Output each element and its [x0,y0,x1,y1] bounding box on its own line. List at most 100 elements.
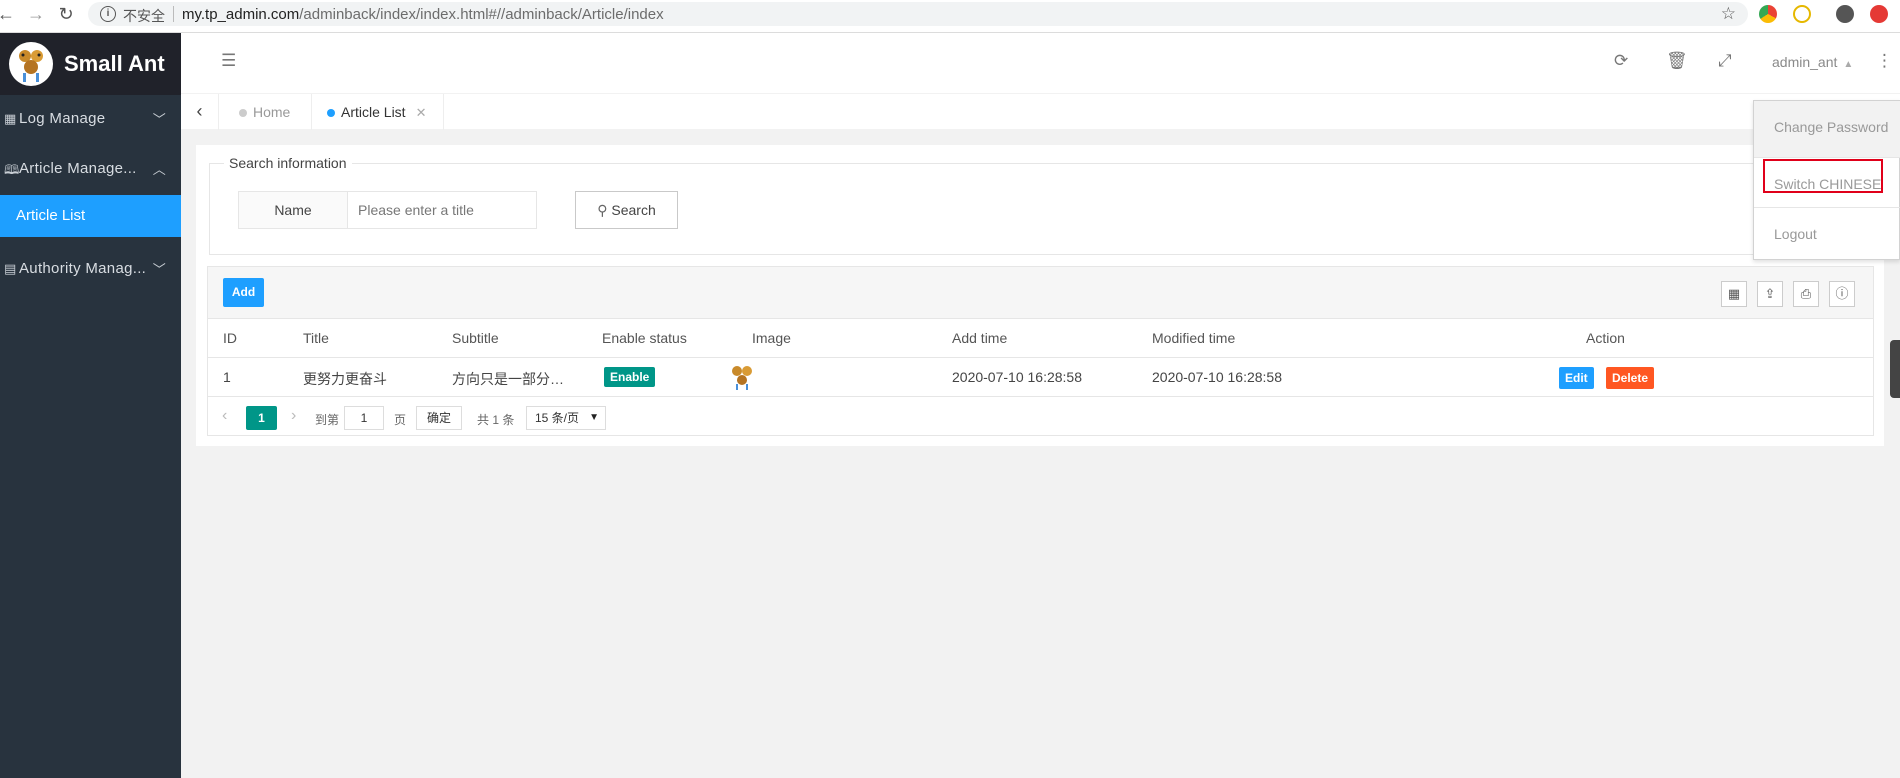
change-password-item[interactable]: Change Password [1754,101,1900,157]
tab-home[interactable]: Home [219,94,312,130]
goto-page-input[interactable]: 1 [344,406,384,430]
chevron-up-icon: ︿ [152,162,166,177]
search-fieldset: Search information Name ⚲ Search [209,155,1871,255]
update-icon[interactable] [1870,5,1888,23]
columns-filter-icon[interactable]: ▦ [1721,281,1747,307]
forward-icon[interactable]: → [22,0,50,28]
tabs-bar: ‹ Home Article List ✕ [181,93,1900,130]
print-icon[interactable]: ⎙ [1793,281,1819,307]
side-drawer-handle[interactable] [1890,340,1900,398]
column-header-subtitle[interactable]: Subtitle [452,330,499,346]
trash-icon[interactable]: 🗑 [1666,51,1688,71]
sidebar-item-authority-manage[interactable]: ▤ Authority Manag... ﹀ [0,245,181,295]
article-thumbnail[interactable] [729,363,755,391]
sidebar-item-label: Log Manage [19,110,106,127]
search-button[interactable]: ⚲ Search [575,191,678,229]
url-host: my.tp_admin.com [182,6,300,23]
goto-label: 到第 [315,413,340,427]
table-row[interactable]: 1 更努力更奋斗 方向只是一部分… Enable 2020-07-10 16:2… [208,358,1873,397]
cell-title: 更努力更奋斗 [303,371,387,387]
back-icon[interactable]: ← [0,0,20,28]
fullscreen-icon[interactable]: ⤢ [1718,51,1732,71]
user-menu[interactable]: admin_ant ▲ [1772,54,1853,70]
tab-label: Article List [341,104,406,120]
column-header-enable-status[interactable]: Enable status [602,330,687,346]
export-icon[interactable]: ⇪ [1757,281,1783,307]
cell-modified-time: 2020-07-10 16:28:58 [1152,369,1282,385]
sidebar-item-label: Article Manage... [19,160,137,177]
username: admin_ant [1772,54,1838,70]
column-header-add-time[interactable]: Add time [952,330,1007,346]
column-header-action[interactable]: Action [1586,330,1625,346]
address-bar[interactable]: i 不安全 my.tp_admin.com/adminback/index/in… [88,2,1748,26]
name-label: Name [238,191,348,229]
ant-logo-icon [9,42,53,86]
column-header-modified-time[interactable]: Modified time [1152,330,1235,346]
caret-up-icon: ▲ [1843,59,1854,70]
user-dropdown: Change Password Switch CHINESE Logout [1753,100,1900,260]
search-icon: ⚲ [597,202,608,218]
total-count: 共 1 条 [477,413,515,427]
reload-icon[interactable]: ↻ [52,0,80,28]
sidebar-subitem-label: Article List [16,207,86,224]
more-vertical-icon[interactable]: ⋮ [1876,51,1893,71]
tab-close-icon[interactable]: ✕ [416,105,427,120]
prev-page-icon[interactable]: ‹ [222,407,227,425]
select-arrow-icon: ▼ [589,412,599,423]
chevron-down-icon: ﹀ [152,112,166,127]
add-button[interactable]: Add [223,278,264,307]
next-page-icon[interactable]: › [291,407,296,425]
status-badge[interactable]: Enable [604,367,656,387]
logout-item[interactable]: Logout [1754,208,1900,264]
book-icon: 🕮 [4,162,20,177]
refresh-icon[interactable]: ⟳ [1614,51,1628,71]
app-title: Small Ant [64,51,165,76]
info-icon[interactable]: i [100,6,116,22]
extension-y-icon[interactable] [1793,5,1811,23]
table-toolbar: Add ▦ ⇪ ⎙ ⓘ [208,267,1873,319]
column-header-image[interactable]: Image [752,330,791,346]
sidebar-item-label: Authority Manag... [19,260,147,277]
current-page[interactable]: 1 [246,406,277,430]
column-header-title[interactable]: Title [303,330,329,346]
search-button-label: Search [611,202,656,218]
search-legend: Search information [224,155,352,171]
sidebar-subitem-article-list[interactable]: Article List [0,195,181,237]
highlight-box [1763,159,1883,193]
chevron-down-icon: ﹀ [152,262,166,277]
title-search-input[interactable] [347,191,537,229]
tab-dot [239,109,247,117]
main-content: Search information Name ⚲ Search Add ▦ ⇪… [196,145,1884,446]
sidebar-item-log-manage[interactable]: ▦ Log Manage ﹀ [0,95,181,145]
cell-add-time: 2020-07-10 16:28:58 [952,369,1082,385]
info-circle-icon[interactable]: ⓘ [1829,281,1855,307]
table-icon: ▦ [4,111,17,126]
tabs-scroll-left-icon[interactable]: ‹ [181,94,219,130]
security-label: 不安全 [123,8,165,24]
article-table: Add ▦ ⇪ ⎙ ⓘ ID Title Subtitle Enable sta… [207,266,1874,436]
column-header-id[interactable]: ID [223,330,237,346]
table-header: ID Title Subtitle Enable status Image Ad… [208,319,1873,358]
address-separator [173,6,174,22]
pagination: ‹ 1 › 到第 1 页 确定 共 1 条 15 条/页 ▼ [208,397,1873,437]
delete-button[interactable]: Delete [1606,367,1655,389]
tab-article-list[interactable]: Article List ✕ [312,94,444,130]
bookmark-star-icon[interactable]: ☆ [1721,4,1736,24]
tab-label: Home [253,104,291,120]
chrome-extension-icon[interactable] [1759,5,1777,23]
edit-button[interactable]: Edit [1559,367,1594,389]
page-size-value: 15 条/页 [535,411,580,425]
menu-toggle-icon[interactable]: ☰ [221,51,236,71]
cell-id: 1 [223,369,231,385]
sidebar: Small Ant ▦ Log Manage ﹀ 🕮 Article Manag… [0,33,181,778]
user-list-icon: ▤ [4,261,17,276]
goto-confirm-button[interactable]: 确定 [416,406,462,430]
page-size-select[interactable]: 15 条/页 ▼ [526,406,606,430]
logo-area: Small Ant [0,33,181,95]
profile-avatar-icon[interactable] [1836,5,1854,23]
browser-toolbar: ← → ↻ i 不安全 my.tp_admin.com/adminback/in… [0,0,1900,33]
url-text[interactable]: my.tp_admin.com/adminback/index/index.ht… [182,6,664,23]
page-unit-label: 页 [394,413,407,427]
url-path: /adminback/index/index.html#//adminback/… [299,6,664,23]
sidebar-item-article-manage[interactable]: 🕮 Article Manage... ︿ [0,145,181,195]
